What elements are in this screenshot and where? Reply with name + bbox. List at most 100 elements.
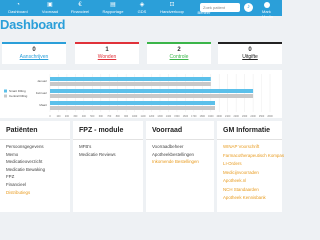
stat-value: 0	[248, 47, 252, 53]
category-label: Februari	[36, 91, 48, 95]
list-item[interactable]: NCH Standaarden	[223, 186, 276, 195]
nav-item-gds[interactable]: ◈ GDS	[132, 0, 152, 16]
x-tick-label: 800	[116, 115, 121, 118]
x-tick-label: 2500	[259, 115, 265, 118]
stat-label[interactable]: Uitgifte	[218, 54, 282, 60]
chart-panel: 0 100 200 300 400 500 600 700 800 900 1000 1100 1200…	[0, 70, 282, 118]
dashboard-icon: ◔	[16, 2, 20, 8]
user-menu[interactable]: Mark Media	[262, 2, 273, 19]
panel-voorraad: Voorraad Voorraadbeheer Apotheekbestelli…	[146, 121, 214, 212]
category-label: Januari	[37, 79, 47, 83]
list-item[interactable]: Inkomende Bestellingen	[152, 158, 208, 166]
category-label: Maart	[39, 103, 47, 107]
x-tick-label: 400	[82, 115, 87, 118]
list-item[interactable]: Farmacotherapeutisch Kompas	[223, 152, 284, 161]
bar	[50, 77, 211, 81]
panel-title: Patiënten	[0, 121, 70, 140]
stat-card-aanschrijven[interactable]: 0 Aanschrijven	[2, 42, 66, 64]
euro-icon: €	[78, 2, 82, 8]
stat-label[interactable]: Wonden	[75, 54, 139, 60]
notification-bell-icon[interactable]: ♪	[244, 3, 253, 12]
legend-swatch	[4, 94, 7, 98]
nav-item-rapportage[interactable]: ▤ Rapportage	[98, 0, 128, 16]
list-item[interactable]: MFB's	[79, 143, 137, 151]
panel-list: Voorraadbeheer Apotheekbestellingen Inko…	[146, 140, 214, 169]
x-tick-label: 2300	[242, 115, 248, 118]
list-item[interactable]: FPZ	[6, 173, 64, 181]
list-item[interactable]: Distributiegs	[6, 189, 64, 197]
x-tick-label: 2200	[233, 115, 239, 118]
user-org: Media	[262, 14, 273, 19]
panel-list: MFB's Medicatie Reviews	[73, 140, 143, 161]
x-tick-label: 1600	[183, 115, 189, 118]
report-icon: ▤	[110, 2, 116, 8]
x-tick-label: 2100	[225, 115, 231, 118]
x-tick-label: 1800	[200, 115, 206, 118]
list-item[interactable]: WINAP Voorschrift	[223, 143, 276, 152]
legend-label: Central Filling	[9, 94, 28, 98]
panel-title: FPZ - module	[73, 121, 143, 140]
stat-card-uitgifte[interactable]: 0 Uitgifte	[218, 42, 282, 64]
x-tick-label: 1900	[208, 115, 214, 118]
legend-label: Smart Filling	[9, 89, 26, 93]
list-item[interactable]: Voorraadbeheer	[152, 143, 208, 151]
stat-value: 2	[177, 47, 181, 53]
x-tick-label: 2000	[217, 115, 223, 118]
list-item[interactable]: Medicatie Bewaking	[6, 166, 64, 174]
list-item[interactable]: LI-Orders	[223, 160, 276, 169]
x-tick-label: 2400	[250, 115, 256, 118]
stat-label[interactable]: Aanschrijven	[2, 54, 66, 60]
x-tick-label: 100	[56, 115, 61, 118]
list-item[interactable]: Medicatie Reviews	[79, 151, 137, 159]
x-tick-label: 1100	[141, 115, 147, 118]
list-item[interactable]: Medicatieoverzicht	[6, 158, 64, 166]
legend-swatch	[4, 89, 7, 93]
panel-patienten: Patiënten Persoonsgegevens Memo Medicati…	[0, 121, 70, 212]
list-item[interactable]: Memo	[6, 151, 64, 159]
panel-list: Persoonsgegevens Memo Medicatieoverzicht…	[0, 140, 70, 199]
x-tick-label: 1300	[157, 115, 163, 118]
cart-icon: ⊡	[169, 2, 175, 8]
list-item[interactable]: Apotheek Kennisbank	[223, 194, 276, 203]
page-title: Dashboard	[0, 17, 66, 32]
nav-item-financieel[interactable]: € Financieel	[66, 0, 94, 16]
bar	[50, 89, 254, 93]
stat-label[interactable]: Controle	[147, 54, 211, 60]
panel-title: Voorraad	[146, 121, 214, 140]
panel-gm-informatie: GM Informatie WINAP Voorschrift Farmacot…	[217, 121, 284, 212]
nav-item-handverkoop[interactable]: ⊡ Handverkoop	[156, 0, 188, 16]
list-item[interactable]: Medicijnvoorraden	[223, 169, 276, 178]
panel-title: GM Informatie	[217, 121, 282, 140]
x-tick-label: 600	[99, 115, 104, 118]
panel-fpz-module: FPZ - module MFB's Medicatie Reviews	[73, 121, 143, 212]
x-tick-label: 2600	[267, 115, 273, 118]
bar-chart: 0 100 200 300 400 500 600 700 800 900 1000 1100 1200…	[4, 74, 273, 118]
x-tick-label: 0	[49, 115, 51, 118]
search-input[interactable]: Zoek patient	[200, 3, 240, 12]
x-tick-label: 300	[73, 115, 78, 118]
bar	[50, 82, 211, 86]
x-tick-label: 700	[107, 115, 112, 118]
stat-card-wonden[interactable]: 1 Wonden	[75, 42, 139, 64]
bar	[50, 106, 215, 110]
x-tick-label: 200	[65, 115, 70, 118]
x-tick-label: 1700	[191, 115, 197, 118]
bar	[50, 101, 215, 105]
panel-list: WINAP Voorschrift Farmacotherapeutisch K…	[217, 140, 284, 206]
stat-value: 1	[105, 47, 109, 53]
x-tick-label: 1200	[149, 115, 155, 118]
list-item[interactable]: Apotheek.nl	[223, 177, 276, 186]
stat-card-controle[interactable]: 2 Controle	[147, 42, 211, 64]
bar	[50, 94, 254, 98]
list-item[interactable]: Persoonsgegevens	[6, 143, 64, 151]
x-tick-label: 500	[90, 115, 95, 118]
list-item[interactable]: Apotheekbestellingen	[152, 151, 208, 159]
avatar	[264, 2, 271, 8]
x-tick-label: 1400	[166, 115, 172, 118]
x-tick-label: 900	[124, 115, 129, 118]
stat-value: 0	[32, 47, 36, 53]
box-icon: ▣	[47, 2, 53, 8]
list-item[interactable]: Financieel	[6, 181, 64, 189]
nav-item-voorraad[interactable]: ▣ Voorraad	[36, 0, 64, 16]
nav-item-dashboard[interactable]: ◔ Dashboard	[4, 0, 32, 16]
